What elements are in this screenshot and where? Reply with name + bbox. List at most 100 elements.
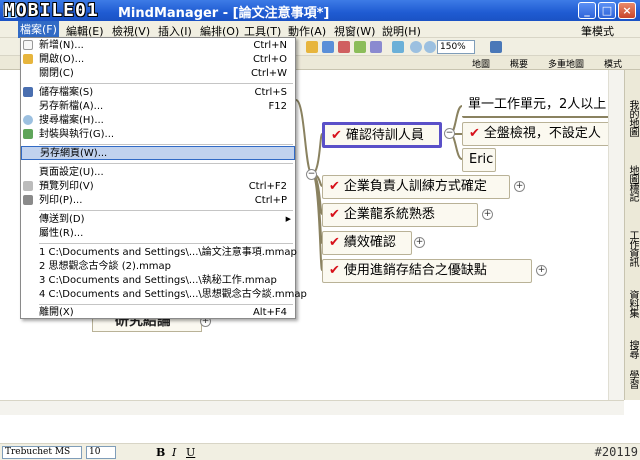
menu-separator <box>39 163 293 164</box>
tab-task-info[interactable]: 工作資訊 <box>626 230 640 266</box>
menu-separator <box>39 144 293 145</box>
tab-multi-map[interactable]: 多重地圖 <box>548 57 584 70</box>
menu-separator <box>39 243 293 244</box>
window-title: MindManager - [論文注意事項*] <box>118 6 330 21</box>
topic-selected[interactable]: ✔ 確認待訓人員 <box>322 122 442 148</box>
tab-library[interactable]: 資料集 <box>626 290 640 317</box>
menu-item-open[interactable]: 開啟(O)... Ctrl+O <box>21 53 295 66</box>
search-icon <box>23 115 33 125</box>
paste-icon[interactable] <box>354 41 366 53</box>
check-icon: ✔ <box>329 235 340 250</box>
menu-item-send-to[interactable]: 傳送到(D) ▶ <box>21 213 295 226</box>
subtopic[interactable]: ✔ 績效確認 <box>322 231 412 255</box>
topic-label: 全盤檢視，不設定人 <box>483 126 601 141</box>
topic-label: 單一工作單元，2人以上 <box>468 97 607 112</box>
subtopic[interactable]: ✔ 全盤檢視，不設定人 <box>462 122 624 146</box>
menu-separator <box>39 304 293 305</box>
menu-item-close[interactable]: 關閉(C) Ctrl+W <box>21 67 295 80</box>
collapse-icon[interactable]: − <box>444 128 455 139</box>
print-preview-icon <box>23 181 33 191</box>
undo-icon[interactable] <box>370 41 382 53</box>
collapse-icon[interactable]: − <box>306 169 317 180</box>
check-icon: ✔ <box>331 128 342 143</box>
menu-item-save-as-web[interactable]: 另存網頁(W)... <box>21 146 295 160</box>
menu-separator <box>39 210 293 211</box>
font-size-select[interactable]: 10 <box>86 446 116 459</box>
menu-item-recent-2[interactable]: 2 思想觀念古今談 (2).mmap <box>21 260 295 273</box>
subtopic[interactable]: ✔ 使用進銷存結合之優缺點 <box>322 259 532 283</box>
format-toolbar: Trebuchet MS 10 B I U <box>0 443 640 460</box>
menu-window[interactable]: 視窗(W) <box>334 23 375 39</box>
topic-label: 企業龍系統熟悉 <box>343 207 435 222</box>
menu-item-save[interactable]: 儲存檔案(S) Ctrl+S <box>21 86 295 99</box>
italic-button[interactable]: I <box>172 446 176 459</box>
folder-icon[interactable] <box>306 41 318 53</box>
topic-label: Eric <box>469 152 494 167</box>
tab-search[interactable]: 搜尋 <box>626 340 640 358</box>
cloud-icon[interactable] <box>490 41 502 53</box>
menu-item-pack-and-go[interactable]: 封裝與執行(G)... <box>21 128 295 141</box>
zoom-select[interactable]: 150% <box>437 40 475 54</box>
menu-item-search-files[interactable]: 搜尋檔案(H)... <box>21 114 295 127</box>
menu-item-save-as[interactable]: 另存新檔(A)... F12 <box>21 100 295 113</box>
tab-map[interactable]: 地圖 <box>472 57 490 70</box>
maximize-icon[interactable]: □ <box>598 2 616 19</box>
tab-mode[interactable]: 模式 <box>604 57 622 70</box>
submenu-arrow-icon: ▶ <box>285 215 291 223</box>
folder-icon <box>23 54 33 64</box>
check-icon: ✔ <box>469 126 480 141</box>
menu-item-recent-1[interactable]: 1 C:\Documents and Settings\...\論文注意事項.m… <box>21 246 297 259</box>
topic-label: 使用進銷存結合之優缺點 <box>343 263 487 278</box>
watermark: #20119 <box>594 445 638 459</box>
subtopic[interactable]: 單一工作單元，2人以上 <box>462 94 624 118</box>
package-icon <box>23 129 33 139</box>
file-menu-dropdown: 新增(N)... Ctrl+N 開啟(O)... Ctrl+O 關閉(C) Ctrl+… <box>20 37 307 319</box>
close-icon[interactable]: × <box>618 2 636 19</box>
zoom-out-icon[interactable] <box>424 41 436 53</box>
cut-icon[interactable] <box>338 41 350 53</box>
printer-icon <box>23 195 33 205</box>
menu-item-properties[interactable]: 屬性(R)... <box>21 227 295 240</box>
save-icon[interactable] <box>322 41 334 53</box>
minimize-icon[interactable]: _ <box>578 2 596 19</box>
font-select[interactable]: Trebuchet MS <box>2 446 82 459</box>
underline-button[interactable]: U <box>186 446 195 459</box>
subtopic[interactable]: Eric <box>462 148 496 172</box>
expand-icon[interactable]: + <box>414 237 425 248</box>
subtopic[interactable]: ✔ 企業負責人訓練方式確定 <box>322 175 510 199</box>
tab-learning[interactable]: 學習 <box>626 370 640 388</box>
menu-file[interactable]: 檔案(F) <box>18 21 59 38</box>
menu-item-print[interactable]: 列印(P)... Ctrl+P <box>21 194 295 207</box>
tab-my-maps[interactable]: 我的地圖 <box>626 100 640 136</box>
horizontal-scrollbar[interactable] <box>0 400 624 415</box>
menu-item-recent-4[interactable]: 4 C:\Documents and Settings\...\思想觀念古今談.… <box>21 288 307 301</box>
subtopic[interactable]: ✔ 企業龍系統熟悉 <box>322 203 478 227</box>
expand-icon[interactable]: + <box>536 265 547 276</box>
save-icon <box>23 87 33 97</box>
redo-icon[interactable] <box>392 41 404 53</box>
expand-icon[interactable]: + <box>514 181 525 192</box>
tab-map-markers[interactable]: 地圖標記 <box>626 165 640 201</box>
zoom-in-icon[interactable] <box>410 41 422 53</box>
vertical-scrollbar[interactable] <box>608 70 624 400</box>
topic-label: 確認待訓人員 <box>345 128 424 143</box>
menu-separator <box>39 83 293 84</box>
check-icon: ✔ <box>329 207 340 222</box>
title-bar: MOBILE01 MindManager - [論文注意事項*] _ □ × <box>0 0 640 21</box>
menu-item-new[interactable]: 新增(N)... Ctrl+N <box>21 39 295 52</box>
tab-outline[interactable]: 概要 <box>510 57 528 70</box>
check-icon: ✔ <box>329 263 340 278</box>
menu-item-print-preview[interactable]: 預覽列印(V) Ctrl+F2 <box>21 180 295 193</box>
expand-icon[interactable]: + <box>482 209 493 220</box>
menu-help[interactable]: 說明(H) <box>382 23 421 39</box>
menu-bar: 檔案(F) 編輯(E) 檢視(V) 插入(I) 編排(O) 工具(T) 動作(A… <box>0 21 640 38</box>
menu-item-page-setup[interactable]: 頁面設定(U)... <box>21 166 295 179</box>
bold-button[interactable]: B <box>156 446 165 459</box>
mobile01-logo: MOBILE01 <box>4 0 99 21</box>
menu-item-exit[interactable]: 離開(X) Alt+F4 <box>21 306 295 319</box>
check-icon: ✔ <box>329 179 340 194</box>
menu-item-recent-3[interactable]: 3 C:\Documents and Settings\...\執秘工作.mma… <box>21 274 295 287</box>
topic-label: 績效確認 <box>343 235 396 250</box>
new-document-icon <box>23 40 33 50</box>
pen-mode-label[interactable]: 筆模式 <box>581 23 614 39</box>
